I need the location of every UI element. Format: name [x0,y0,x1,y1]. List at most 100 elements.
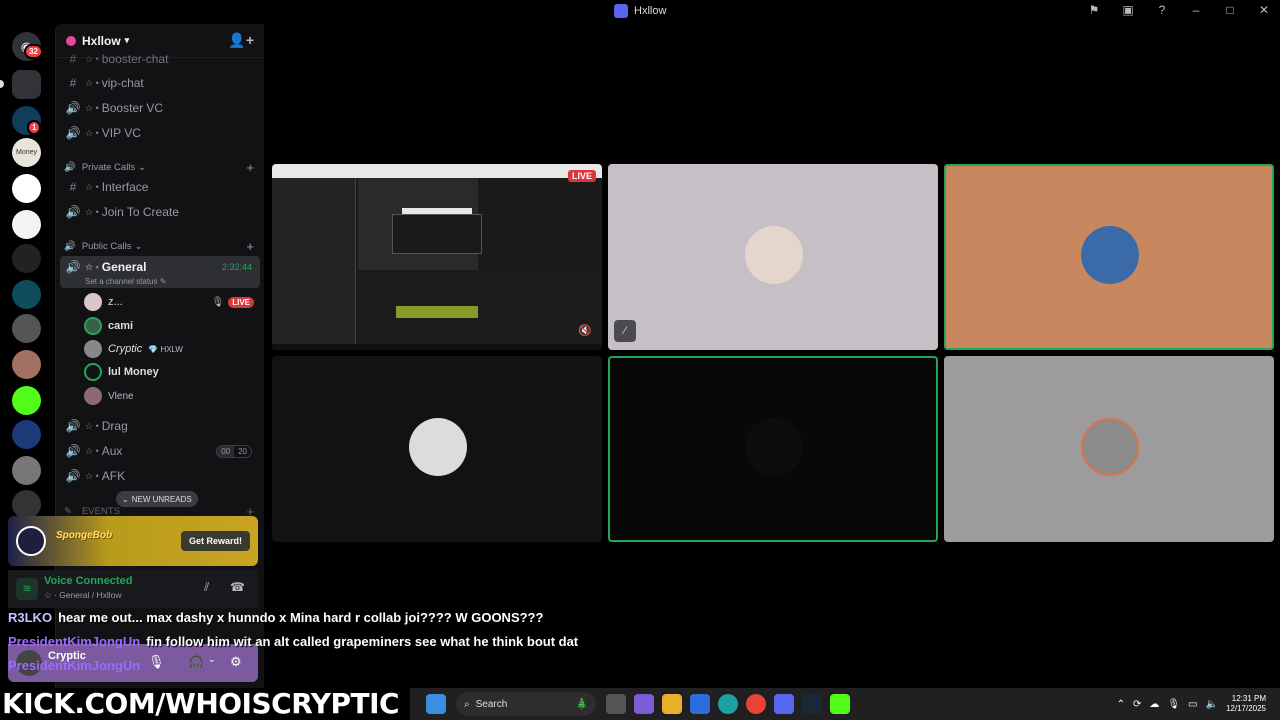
settings-gear-icon[interactable]: ⚙ [230,654,242,670]
text-channel-icon: # [69,180,77,194]
volume-muted-icon[interactable]: 🔇 [578,324,592,337]
add-channel-icon[interactable]: + [246,239,254,254]
discord-icon[interactable] [774,694,794,714]
chat-line: PresidentKimJongUn [8,658,141,673]
live-badge: LIVE [567,170,596,182]
cloud-icon[interactable]: ☁ [1149,699,1159,710]
channel-afk[interactable]: 🔊 ☆ • AFK [64,465,260,487]
participant-tile[interactable] [272,356,602,542]
voice-channel-link[interactable]: General / Hxllow [59,590,121,600]
copilot-icon[interactable] [634,694,654,714]
guild-icon-11[interactable] [12,420,41,449]
voice-status-panel: ≋ Voice Connected ☆ · General / Hxllow ⫽… [8,570,258,608]
system-clock[interactable]: 12:31 PM 12/17/2025 [1226,694,1266,714]
file-explorer-icon[interactable] [662,694,682,714]
channel-general[interactable]: 🔊 ☆ • General 2:32:44 [64,256,260,278]
guild-icon-6[interactable] [12,244,41,273]
chat-line: PresidentKimJongUn fin follow him wit an … [8,634,579,649]
guild-icon-9[interactable] [12,350,41,379]
unread-pill [0,80,4,88]
inbox-icon[interactable]: ▣ [1120,3,1136,17]
voice-connected-label[interactable]: Voice Connected [44,575,132,587]
avatar [84,317,102,335]
volume-icon[interactable]: 🔈 [1206,699,1218,710]
text-channel-icon: # [69,76,77,90]
search-highlight-icon: 🎄 [575,698,588,710]
guild-icon-kick[interactable] [12,386,41,415]
channel-drag[interactable]: 🔊 ☆ • Drag [64,415,260,437]
channel-join-to-create[interactable]: 🔊 ☆ • Join To Create [64,201,260,223]
channel-booster-chat[interactable]: # ☆ • booster-chat [64,48,260,70]
maximize-button[interactable]: □ [1222,3,1238,17]
guild-icon-money[interactable]: Money [12,138,41,167]
edge-icon[interactable] [718,694,738,714]
minimize-button[interactable]: – [1188,3,1204,17]
help-icon[interactable]: ? [1154,3,1170,17]
speaker-icon: 🔊 [65,260,81,274]
add-channel-icon[interactable]: + [246,160,254,175]
chat-line: R3LKO hear me out... max dashy x hunndo x… [8,610,544,625]
pencil-icon: ✎ [159,277,167,286]
guild-icon-4[interactable] [12,174,41,203]
voice-member[interactable]: z... 🎙 LIVE [84,292,254,312]
chrome-icon[interactable] [746,694,766,714]
speaker-icon: 🔊 [64,241,76,252]
guild-icon-12[interactable] [12,456,41,485]
stream-dialog [392,214,482,254]
avatar [745,226,803,284]
guild-icon-1[interactable] [12,70,41,99]
participant-tile[interactable]: ⁄ [608,164,938,350]
noise-suppression-icon[interactable]: ⫽ [204,580,209,595]
avatar [745,418,803,476]
chevron-up-icon[interactable]: ⌃ [1117,699,1125,710]
orb-icon [16,526,46,556]
voice-member[interactable]: Vlene [84,386,254,406]
channel-vip-vc[interactable]: 🔊 ☆ • VIP VC [64,122,260,144]
avatar [84,340,102,358]
channel-status[interactable]: Set a channel status ✎ [85,277,166,286]
headphones-icon[interactable]: 🎧 [188,654,204,670]
stream-taskbar [272,344,602,350]
stream-tile[interactable]: LIVE 🔇 [272,164,602,350]
kick-app-icon[interactable] [830,694,850,714]
steam-icon[interactable] [802,694,822,714]
taskbar-search[interactable]: ⌕ Search 🎄 [456,692,596,716]
get-reward-button[interactable]: Get Reward! [180,531,250,551]
title-bar: Hxllow ⚑ ▣ ? – □ ✕ [0,0,1280,24]
signal-icon: ≋ [16,578,38,600]
close-button[interactable]: ✕ [1256,3,1272,17]
guild-icon-7[interactable] [12,280,41,309]
guild-icon-13[interactable] [12,490,41,519]
voice-member[interactable]: lul Money [84,362,254,382]
chevron-down-icon: ⌄ [122,494,129,504]
task-view-icon[interactable] [606,694,626,714]
microphone-icon[interactable]: 🎙 [148,654,165,670]
avatar [84,293,102,311]
channel-booster-vc[interactable]: 🔊 ☆ • Booster VC [64,97,260,119]
participant-tile[interactable] [608,356,938,542]
guild-icon-5[interactable] [12,210,41,239]
disconnect-icon[interactable]: ☎ [230,580,245,594]
store-icon[interactable] [690,694,710,714]
participant-tile[interactable] [944,164,1274,350]
guild-icon-8[interactable] [12,314,41,343]
channel-vip-chat[interactable]: # ☆ • vip-chat [64,72,260,94]
speaker-icon: 🔊 [65,469,81,483]
channel-aux[interactable]: 🔊 ☆ • Aux 00 20 [64,440,260,462]
invite-icon[interactable]: 👤+ [228,32,254,49]
start-icon[interactable] [426,694,446,714]
mic-icon[interactable]: 🎙 [1167,699,1180,710]
home-unread-badge: 32 [24,44,43,59]
participant-tile[interactable] [944,356,1274,542]
chevron-down-icon[interactable]: ⌄ [208,654,216,665]
voice-member[interactable]: Cryptic 💎 HXLW [84,339,254,359]
sync-icon[interactable]: ⟳ [1133,699,1141,710]
flag-icon[interactable]: ⚑ [1086,3,1102,17]
voice-member[interactable]: cami [84,316,254,336]
category-private-calls[interactable]: 🔊 Private Calls ⌄ + [64,160,254,175]
display-icon[interactable]: ▭ [1188,699,1197,710]
category-public-calls[interactable]: 🔊 Public Calls ⌄ + [64,239,254,254]
channel-interface[interactable]: # ☆ • Interface [64,176,260,198]
avatar [1081,226,1139,284]
server-icon [66,35,76,46]
